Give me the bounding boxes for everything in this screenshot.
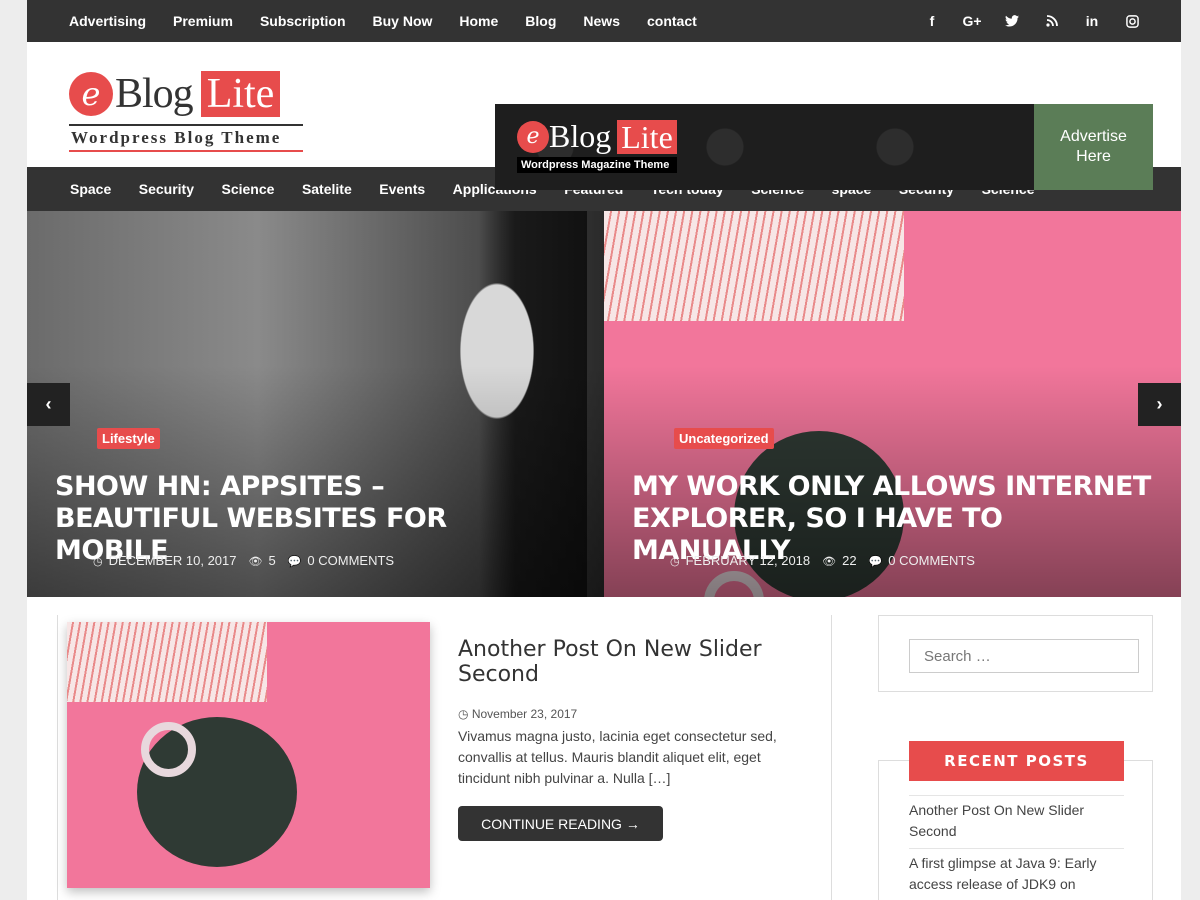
site-header: e Blog Lite Wordpress Blog Theme e Blog …	[27, 42, 1181, 190]
top-menu-blog[interactable]: Blog	[525, 13, 556, 29]
slide-2-date: FEBRUARY 12, 2018	[685, 553, 811, 568]
logo-blog-text: Blog	[115, 71, 194, 117]
nav-item-satelite[interactable]: Satelite	[302, 181, 352, 197]
slider-prev-button[interactable]: ‹	[27, 383, 70, 426]
nav-item-events[interactable]: Events	[379, 181, 425, 197]
slide-1[interactable]: Lifestyle SHOW HN: APPSITES – BEAUTIFUL …	[27, 211, 604, 597]
social-links: f G+ in	[923, 12, 1141, 30]
top-menu-premium[interactable]: Premium	[173, 13, 233, 29]
search-widget: Search …	[878, 615, 1153, 692]
instagram-icon[interactable]	[1123, 12, 1141, 30]
eye-icon: 👁	[248, 556, 263, 568]
post-date: November 23, 2017	[471, 707, 578, 721]
slide-2-views: 22	[842, 553, 857, 568]
slide-2-meta: ◷ FEBRUARY 12, 2018 👁 22 💬 0 COMMENTS	[670, 553, 975, 568]
recent-posts-widget: RECENT POSTS Another Post On New Slider …	[878, 741, 1153, 900]
nav-item-security[interactable]: Security	[139, 181, 194, 197]
eye-icon: 👁	[822, 556, 837, 568]
slide-1-views: 5	[268, 553, 276, 568]
google-plus-icon[interactable]: G+	[962, 12, 981, 30]
recent-post-item[interactable]: Another Post On New Slider Second	[909, 795, 1124, 848]
slide-2-category-badge[interactable]: Uncategorized	[674, 428, 774, 449]
banner-logo-blog: Blog	[549, 118, 612, 154]
slide-1-category-badge[interactable]: Lifestyle	[97, 428, 160, 449]
banner-subtitle: Wordpress Magazine Theme	[517, 157, 677, 173]
clock-icon: ◷	[670, 556, 680, 568]
clock-icon: ◷	[93, 556, 103, 568]
slide-2-comments[interactable]: 0 COMMENTS	[888, 553, 975, 568]
post-card: Another Post On New Slider Second ◷ Nove…	[57, 615, 832, 900]
advertise-here[interactable]: Advertise Here	[1034, 104, 1153, 190]
slider-next-button[interactable]: ›	[1138, 383, 1181, 426]
logo-mark: e	[69, 72, 113, 116]
slide-2[interactable]: Uncategorized MY WORK ONLY ALLOWS INTERN…	[604, 211, 1181, 597]
main-content: Another Post On New Slider Second ◷ Nove…	[27, 597, 1181, 900]
twitter-icon[interactable]	[1003, 12, 1021, 30]
slide-1-meta: ◷ DECEMBER 10, 2017 👁 5 💬 0 COMMENTS	[93, 553, 394, 568]
top-menu-home[interactable]: Home	[459, 13, 498, 29]
advertise-line-1: Advertise	[1060, 128, 1127, 145]
post-date-row: ◷ November 23, 2017	[458, 707, 577, 721]
post-excerpt: Vivamus magna justo, lacinia eget consec…	[458, 728, 777, 786]
slide-1-date: DECEMBER 10, 2017	[108, 553, 237, 568]
clock-icon: ◷	[458, 707, 472, 721]
linkedin-icon[interactable]: in	[1083, 12, 1101, 30]
continue-reading-button[interactable]: CONTINUE READING →	[458, 806, 663, 841]
sidebar: Search … RECENT POSTS Another Post On Ne…	[878, 615, 1153, 900]
top-bar: Advertising Premium Subscription Buy Now…	[27, 0, 1181, 42]
recent-posts-list: Another Post On New Slider Second A firs…	[909, 795, 1124, 900]
advertise-line-2: Here	[1076, 148, 1111, 165]
nav-item-science[interactable]: Science	[222, 181, 275, 197]
post-title[interactable]: Another Post On New Slider Second	[458, 637, 818, 687]
rss-icon[interactable]	[1043, 12, 1061, 30]
search-input[interactable]: Search …	[909, 639, 1139, 673]
header-ad-banner[interactable]: e Blog Lite Wordpress Magazine Theme Adv…	[495, 104, 1153, 190]
recent-posts-title: RECENT POSTS	[909, 741, 1124, 781]
headphones-graphic	[141, 722, 196, 777]
banner-logo-mark: e	[517, 120, 549, 153]
top-menu-subscription[interactable]: Subscription	[260, 13, 346, 29]
comments-icon: 💬	[868, 556, 883, 568]
site-logo[interactable]: e Blog Lite Wordpress Blog Theme	[69, 70, 309, 160]
facebook-icon[interactable]: f	[923, 12, 941, 30]
logo-lite-text: Lite	[200, 71, 281, 117]
post-thumbnail[interactable]	[67, 622, 430, 888]
featured-slider: Lifestyle SHOW HN: APPSITES – BEAUTIFUL …	[27, 211, 1181, 597]
banner-logo-lite: Lite	[617, 119, 677, 154]
banner-logo: e Blog Lite Wordpress Magazine Theme	[517, 118, 677, 173]
top-menu-advertising[interactable]: Advertising	[69, 13, 146, 29]
recent-post-item[interactable]: A first glimpse at Java 9: Early access …	[909, 848, 1124, 900]
nav-item-space[interactable]: Space	[70, 181, 111, 197]
logo-tagline: Wordpress Blog Theme	[69, 124, 303, 152]
top-menu-buy-now[interactable]: Buy Now	[373, 13, 433, 29]
top-menu-news[interactable]: News	[583, 13, 620, 29]
top-menu-contact[interactable]: contact	[647, 13, 697, 29]
slide-1-comments[interactable]: 0 COMMENTS	[307, 553, 394, 568]
top-menu: Advertising Premium Subscription Buy Now…	[69, 13, 724, 29]
comments-icon: 💬	[287, 556, 302, 568]
page: Advertising Premium Subscription Buy Now…	[27, 0, 1181, 900]
